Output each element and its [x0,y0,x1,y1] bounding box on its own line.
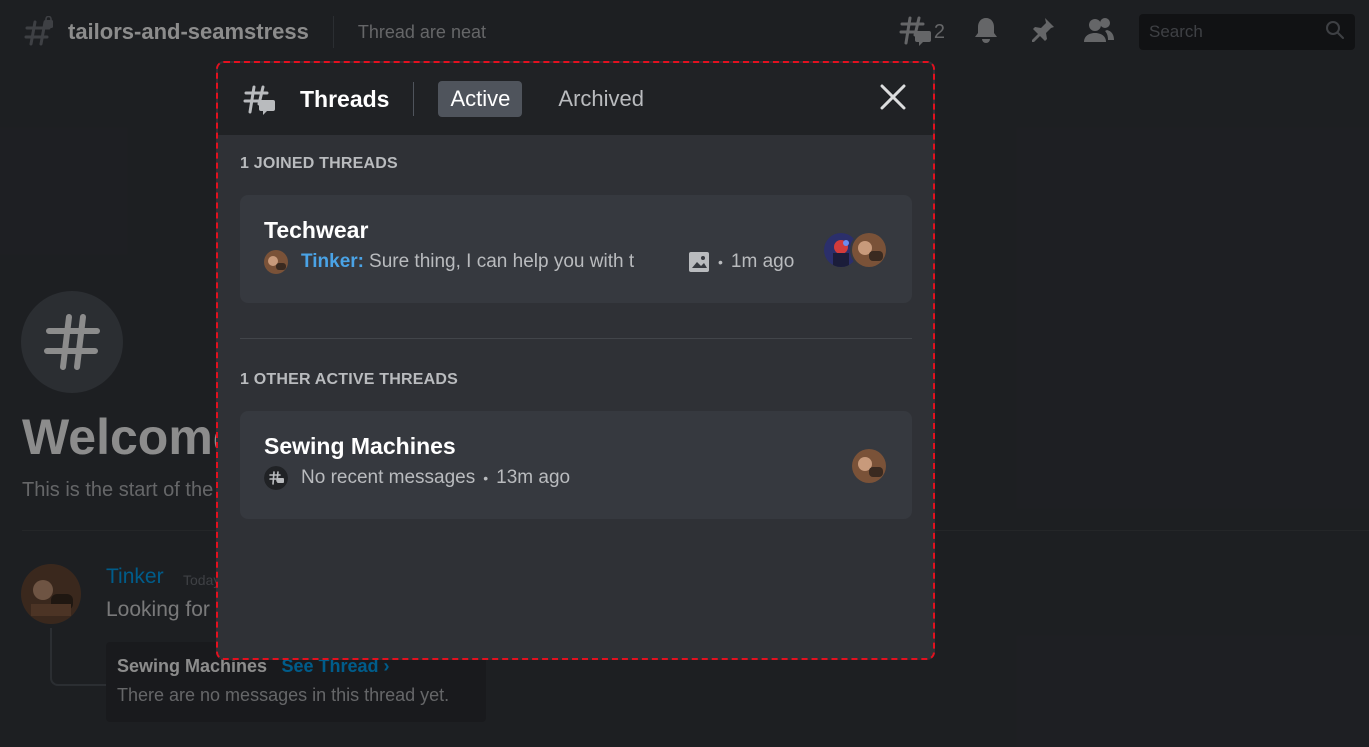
thread-time-ago: 13m ago [496,467,571,488]
thread-name: Sewing Machines [264,433,456,459]
close-icon [880,84,906,115]
author-avatar [264,250,288,274]
section-label-joined: 1 JOINED THREADS [240,155,398,172]
section-divider [240,338,912,339]
member-avatar [850,231,888,269]
popout-title: Threads [300,85,390,112]
thread-member-avatars [822,231,888,269]
image-attachment-icon [688,251,710,273]
threads-icon [242,82,276,116]
thread-last-message: Sure thing, I can help you with t [369,251,635,272]
thread-meta: Tinker: Sure thing, I can help you with … [264,250,888,274]
thread-card-techwear[interactable]: Techwear Tinker: Sure thing, I can help … [240,195,912,303]
thread-meta: No recent messages • 13m ago [264,466,888,490]
header-divider [413,82,415,116]
threads-popout-header: Threads Active Archived [218,63,933,135]
thread-name: Techwear [264,217,369,243]
thread-last-author: Tinker: [301,251,365,272]
tab-active[interactable]: Active [438,81,523,117]
section-label-other: 1 OTHER ACTIVE THREADS [240,371,459,388]
thread-card-sewing-machines[interactable]: Sewing Machines No recent messages • 13m… [240,411,912,519]
separator-dot: • [718,254,723,270]
thread-hash-icon [264,466,288,490]
close-button[interactable] [877,83,909,115]
thread-time-ago: 1m ago [730,251,795,272]
thread-member-avatars [850,447,888,485]
tab-archived[interactable]: Archived [546,81,656,117]
member-avatar [850,447,888,485]
thread-last-message: No recent messages [301,467,476,488]
threads-popout: Threads Active Archived 1 JOINED THREADS… [216,61,935,660]
separator-dot: • [483,470,489,486]
